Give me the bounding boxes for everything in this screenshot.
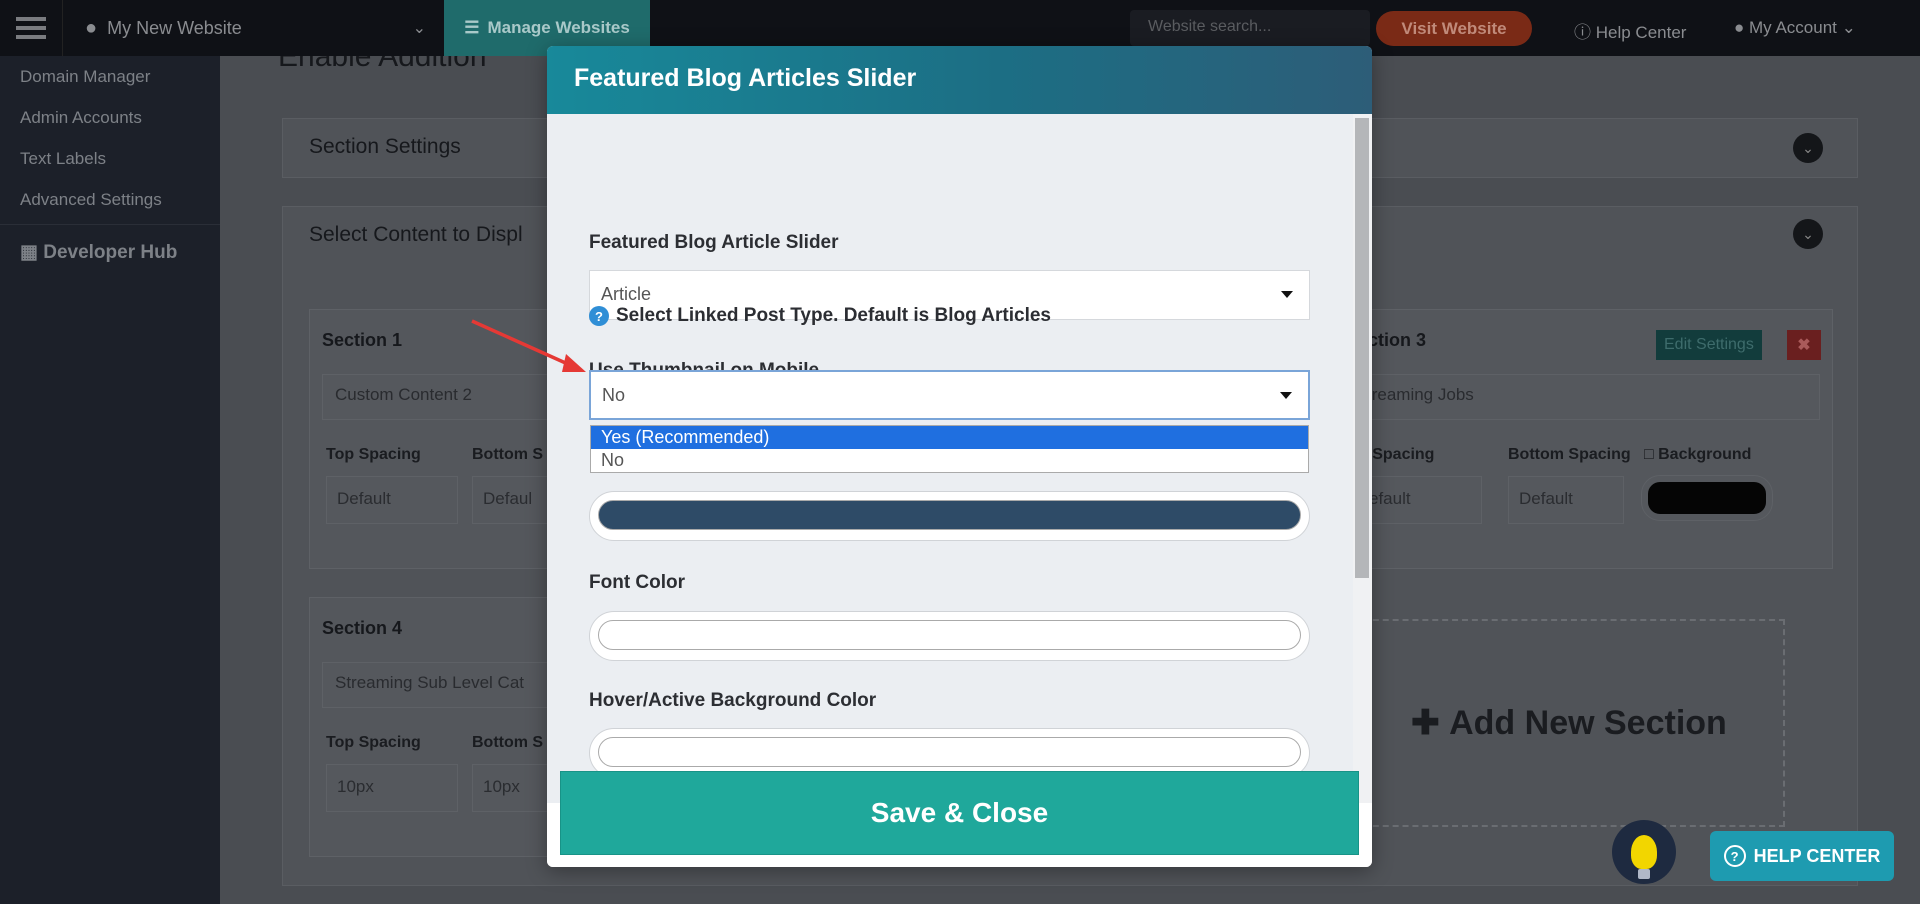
font-color-input[interactable]: [589, 611, 1310, 661]
modal-body: Featured Blog Article Slider Article ? S…: [547, 114, 1353, 803]
plus-icon: ✚: [1411, 704, 1450, 742]
chevron-down-icon[interactable]: ⌄: [1793, 219, 1823, 249]
developer-hub-label: Developer Hub: [43, 242, 178, 263]
close-icon[interactable]: ✖: [1787, 330, 1821, 360]
help-center-link[interactable]: ⓘ Help Center: [1574, 18, 1686, 43]
option-yes-recommended[interactable]: Yes (Recommended): [591, 426, 1308, 449]
bottom-spacing-label: Bottom S: [472, 446, 544, 463]
top-spacing-label: Top Spacing: [326, 734, 421, 751]
help-center-label: Help Center: [1595, 23, 1687, 42]
sidebar-item-developer-hub[interactable]: ▦ Developer Hub: [0, 225, 220, 281]
section-1-title: Section 1: [322, 330, 403, 350]
font-color-label: Font Color: [589, 572, 686, 593]
section-3-card: ection 3 Edit Settings ✖ treaming Jobs p…: [1353, 309, 1833, 569]
question-icon: ?: [1723, 845, 1746, 867]
thumbnail-mobile-value: No: [602, 385, 626, 405]
chevron-down-icon: ⌄: [412, 20, 426, 37]
thumbnail-mobile-dropdown: Yes (Recommended) No: [590, 425, 1309, 473]
my-account-menu[interactable]: ● My Account ⌄: [1734, 18, 1856, 38]
menu-icon[interactable]: [0, 0, 62, 56]
sidebar-item-text-labels[interactable]: Text Labels: [0, 138, 220, 179]
modal-title: Featured Blog Articles Slider: [547, 46, 1372, 114]
top-spacing-label: Top Spacing: [326, 446, 421, 463]
hover-color-label: Hover/Active Background Color: [589, 690, 877, 711]
lightbulb-icon: ●: [85, 16, 98, 39]
background-label: Background: [1658, 446, 1752, 463]
user-icon: ●: [1734, 18, 1745, 37]
chevron-down-icon: ⌄: [1841, 18, 1856, 37]
question-icon: ⓘ: [1574, 23, 1591, 42]
sidebar: Domain Manager Admin Accounts Text Label…: [0, 56, 220, 904]
bottom-spacing-label: Bottom Spacing: [1508, 446, 1631, 463]
featured-slider-label: Featured Blog Article Slider: [589, 232, 839, 253]
bottom-spacing-label: Bottom S: [472, 734, 544, 751]
add-new-section-label: Add New Section: [1449, 703, 1727, 742]
top-spacing-select[interactable]: 10px: [326, 764, 458, 812]
manage-websites-label: Manage Websites: [487, 18, 630, 37]
thumbnail-mobile-select[interactable]: No: [589, 370, 1310, 420]
post-type-help: ? Select Linked Post Type. Default is Bl…: [589, 305, 1051, 327]
option-no[interactable]: No: [591, 449, 1308, 472]
sidebar-item-domain-manager[interactable]: Domain Manager: [0, 56, 220, 97]
caret-down-icon: [1281, 291, 1293, 298]
background-checkbox[interactable]: □ Background: [1644, 446, 1751, 464]
lightbulb-icon[interactable]: [1612, 820, 1676, 884]
question-icon[interactable]: ?: [589, 306, 609, 326]
website-selector[interactable]: ● My New Website ⌄: [62, 0, 444, 56]
featured-slider-value: Article: [601, 284, 652, 304]
hover-color-bar: [598, 737, 1301, 767]
top-spacing-select[interactable]: Default: [326, 476, 458, 524]
featured-blog-modal: Featured Blog Articles Slider Featured B…: [547, 46, 1372, 867]
sidebar-item-advanced-settings[interactable]: Advanced Settings: [0, 179, 220, 220]
chevron-down-icon[interactable]: ⌄: [1793, 133, 1823, 163]
modal-scroll-thumb[interactable]: [1355, 118, 1369, 578]
section-settings-title: Section Settings: [309, 135, 461, 158]
grid-icon: ▦: [20, 242, 38, 263]
section-4-title: Section 4: [322, 618, 403, 638]
save-close-button[interactable]: Save & Close: [560, 771, 1359, 855]
sidebar-item-admin-accounts[interactable]: Admin Accounts: [0, 97, 220, 138]
font-color-bar: [598, 620, 1301, 650]
website-search-input[interactable]: Website search...: [1130, 10, 1370, 46]
add-new-section-button[interactable]: ✚ Add New Section: [1353, 619, 1785, 827]
caret-down-icon: [1280, 392, 1292, 399]
section-3-content[interactable]: treaming Jobs: [1354, 374, 1820, 420]
help-center-button-label: HELP CENTER: [1753, 845, 1881, 866]
database-icon: ☰: [464, 18, 480, 37]
my-account-label: My Account: [1749, 18, 1837, 37]
edit-settings-button[interactable]: Edit Settings: [1656, 330, 1762, 360]
bottom-spacing-select[interactable]: Default: [1508, 476, 1624, 524]
select-content-title: Select Content to Displ: [309, 223, 523, 246]
background-color-swatch[interactable]: [1642, 476, 1772, 520]
site-name: My New Website: [107, 17, 242, 38]
post-type-help-text: Select Linked Post Type. Default is Blog…: [616, 305, 1051, 326]
annotation-arrow-icon: [471, 319, 586, 372]
background-color-bar: [598, 500, 1301, 530]
visit-website-button[interactable]: Visit Website: [1376, 11, 1532, 46]
help-center-button[interactable]: ? HELP CENTER: [1710, 831, 1894, 881]
top-spacing-select[interactable]: efault: [1358, 476, 1482, 524]
background-color-input[interactable]: [589, 491, 1310, 541]
